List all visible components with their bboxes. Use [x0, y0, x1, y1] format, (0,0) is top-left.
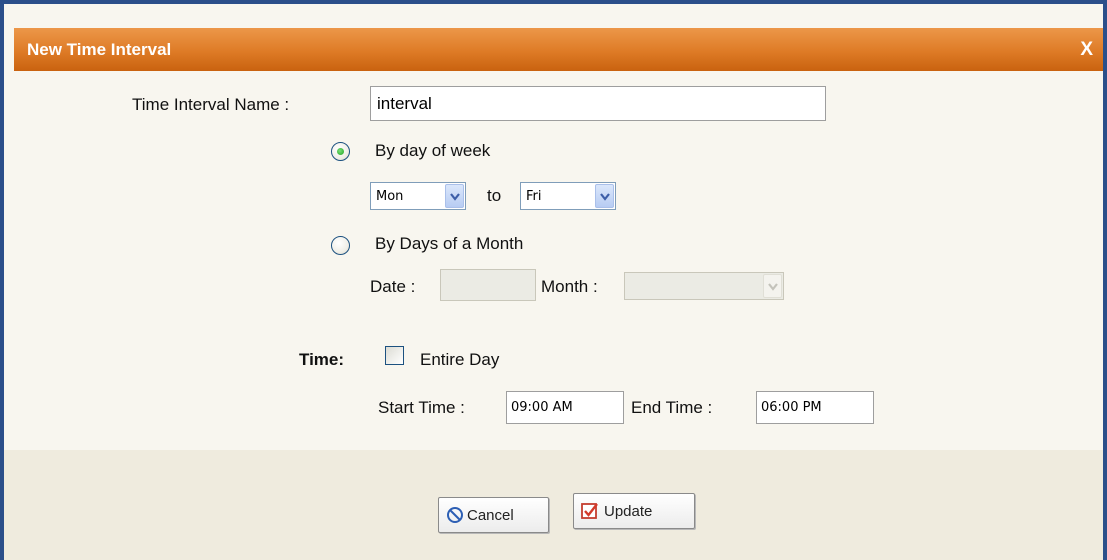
interval-name-label: Time Interval Name : [132, 95, 290, 114]
new-time-interval-dialog: New Time Interval X Time Interval Name :… [0, 0, 1107, 560]
dialog-title-bar: New Time Interval X [14, 28, 1103, 71]
date-label: Date : [370, 277, 416, 296]
dialog-footer: Cancel Update [4, 450, 1103, 560]
chevron-down-icon [445, 184, 464, 208]
to-label: to [487, 186, 502, 205]
time-label: Time: [299, 350, 345, 369]
cancel-button[interactable]: Cancel [438, 497, 549, 533]
from-day-select[interactable]: Mon [370, 182, 466, 210]
dialog-title: New Time Interval [27, 40, 172, 59]
chevron-down-icon [763, 274, 782, 298]
entire-day-checkbox[interactable] [385, 346, 404, 365]
no-entry-icon [446, 506, 464, 528]
to-day-value: Fri [526, 189, 542, 204]
date-input[interactable] [440, 269, 536, 301]
by-day-of-week-radio[interactable] [331, 142, 350, 161]
month-label: Month : [541, 277, 598, 296]
close-button[interactable]: X [1080, 39, 1093, 61]
entire-day-label: Entire Day [420, 350, 500, 369]
to-day-select[interactable]: Fri [520, 182, 616, 210]
checkbox-check-icon [581, 502, 599, 524]
interval-name-input[interactable] [370, 86, 826, 121]
end-time-input[interactable] [756, 391, 874, 424]
by-day-of-week-label: By day of week [375, 141, 491, 160]
by-days-of-month-label: By Days of a Month [375, 234, 524, 253]
start-time-label: Start Time : [378, 398, 465, 417]
radio-selected-dot [337, 148, 344, 155]
start-time-input[interactable] [506, 391, 624, 424]
cancel-label: Cancel [467, 507, 514, 524]
update-label: Update [604, 503, 653, 520]
end-time-label: End Time : [631, 398, 713, 417]
month-select[interactable] [624, 272, 784, 300]
by-days-of-month-radio[interactable] [331, 236, 350, 255]
chevron-down-icon [595, 184, 614, 208]
from-day-value: Mon [376, 189, 404, 204]
update-button[interactable]: Update [573, 493, 695, 529]
